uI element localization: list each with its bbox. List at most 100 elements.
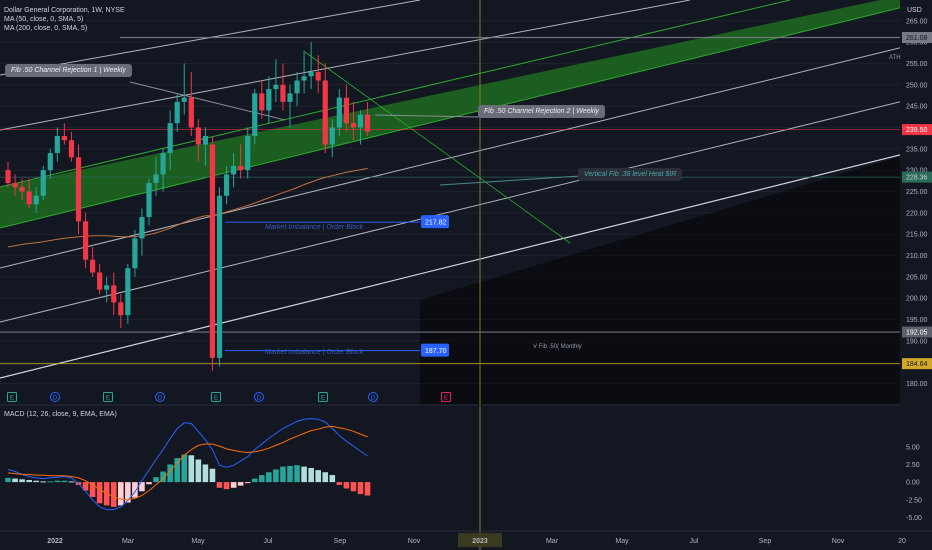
- macd-histogram-bar: [132, 482, 138, 498]
- event-marker-letter: D: [257, 395, 262, 402]
- candle-body: [202, 136, 208, 145]
- macd-tick-label: 0.00: [906, 480, 920, 487]
- macd-histogram-bar: [5, 477, 11, 483]
- chart-legend: Dollar General Corporation, 1W, NYSE MA …: [4, 6, 125, 33]
- macd-histogram-bar: [19, 479, 25, 483]
- candle-body: [238, 165, 244, 171]
- macd-histogram-bar: [202, 464, 209, 483]
- macd-histogram-bar: [40, 481, 47, 483]
- macd-histogram-bar: [68, 481, 75, 483]
- macd-histogram-bar: [54, 480, 61, 483]
- y-tick-label: 190.00: [906, 338, 928, 345]
- vertical-fib-note[interactable]: Vertical Fib .38 level Heat $IR: [578, 168, 683, 181]
- price-axis: 265.00260.00255.00250.00245.00240.00235.…: [900, 0, 932, 550]
- macd-histogram-bar: [12, 478, 18, 483]
- candle-body: [54, 136, 60, 154]
- fib-monthly-label: V Fib .50( Monthly: [533, 344, 582, 350]
- price-tag-value: 239.50: [906, 127, 928, 134]
- x-tick-label: Mar: [122, 538, 135, 545]
- y-tick-label: 210.00: [906, 253, 928, 260]
- macd-histogram-bar: [33, 480, 39, 483]
- symbol-title: Dollar General Corporation, 1W, NYSE: [4, 7, 125, 14]
- price-tag-value: 184.64: [906, 361, 928, 368]
- fib-rejection-2-note[interactable]: Fib .50 Channel Rejection 2 | Weekly: [478, 105, 605, 118]
- y-tick-label: 195.00: [906, 317, 928, 324]
- y-tick-label: 225.00: [906, 189, 928, 196]
- macd-histogram-bar: [181, 454, 188, 483]
- event-marker-letter: E: [10, 395, 15, 402]
- macd-histogram-bar: [174, 458, 180, 483]
- candle-body: [181, 97, 187, 102]
- macd-histogram-bar: [287, 465, 293, 483]
- candle-body: [125, 268, 131, 316]
- macd-tick-label: -5.00: [906, 515, 922, 522]
- candle-body: [40, 170, 46, 196]
- candle-body: [245, 136, 251, 171]
- candle-body: [132, 238, 138, 269]
- order-block-upper-label: Market Imbalance | Order Block: [265, 224, 364, 231]
- candle-body: [139, 217, 145, 239]
- candle-body: [259, 93, 265, 111]
- fib-rejection-1-note[interactable]: Fib .50 Channel Rejection 1 | Weekly: [5, 64, 132, 77]
- macd-histogram-bar: [237, 482, 244, 486]
- macd-histogram-bar: [364, 482, 371, 496]
- macd-tick-label: -2.50: [906, 497, 922, 504]
- macd-histogram-bar: [146, 482, 152, 485]
- candle-body: [61, 136, 67, 141]
- candle-body: [280, 84, 286, 102]
- candle-body: [350, 123, 357, 128]
- macd-histogram-bar: [266, 472, 272, 483]
- macd-histogram-bar: [110, 482, 117, 507]
- x-tick-label: 2023: [472, 538, 488, 545]
- candle-body: [47, 153, 53, 171]
- candle-body: [12, 182, 18, 188]
- event-marker-letter: D: [53, 395, 58, 402]
- event-marker-letter: E: [214, 395, 219, 402]
- candle-body: [97, 272, 103, 290]
- macd-histogram-bar: [350, 482, 357, 492]
- candle-body: [315, 72, 321, 81]
- ath-label: ATH: [889, 55, 901, 61]
- x-tick-label: Jul: [264, 538, 273, 545]
- price-tag-value: 261.08: [906, 35, 928, 42]
- macd-histogram-bar: [343, 482, 350, 489]
- candle-body: [5, 170, 11, 183]
- macd-tick-label: 5.00: [906, 444, 920, 451]
- macd-histogram-bar: [26, 480, 32, 483]
- candle-body: [273, 84, 279, 90]
- candle-body: [343, 97, 349, 124]
- candle-body: [322, 80, 328, 145]
- x-tick-label: Sep: [334, 538, 347, 545]
- event-marker-letter: D: [158, 395, 163, 402]
- candle-body: [223, 174, 230, 196]
- macd-histogram-bar: [273, 469, 279, 483]
- price-tag-value: 228.36: [906, 175, 928, 182]
- candle-body: [68, 140, 75, 158]
- y-tick-label: 215.00: [906, 232, 928, 239]
- candle-body: [287, 93, 293, 102]
- order-block-lower-label: Market Imbalance | Order Block: [265, 349, 364, 356]
- candle-body: [33, 195, 39, 205]
- macd-histogram-bar: [357, 482, 364, 495]
- macd-histogram-bar: [329, 475, 336, 483]
- x-tick-label: Nov: [832, 538, 845, 545]
- macd-histogram-bar: [61, 480, 68, 483]
- x-tick-label: Sep: [759, 538, 772, 545]
- candle-body: [252, 93, 258, 136]
- candle-body: [231, 165, 237, 175]
- y-tick-label: 200.00: [906, 296, 928, 303]
- ma50-legend: MA (50, close, 0, SMA, 5): [4, 16, 84, 23]
- x-tick-label: Mar: [546, 538, 559, 545]
- candle-body: [357, 114, 364, 128]
- macd-histogram-bar: [230, 482, 237, 488]
- macd-histogram-bar: [322, 472, 329, 483]
- event-marker-letter: E: [106, 395, 111, 402]
- x-tick-label: Nov: [408, 538, 421, 545]
- candle-body: [329, 127, 335, 145]
- candle-body: [111, 285, 117, 303]
- candle-body: [104, 285, 110, 290]
- order-block-value: 217.82: [425, 220, 447, 227]
- candle-body: [301, 76, 307, 81]
- candle-body: [174, 101, 180, 124]
- x-tick-label: 2022: [47, 538, 63, 545]
